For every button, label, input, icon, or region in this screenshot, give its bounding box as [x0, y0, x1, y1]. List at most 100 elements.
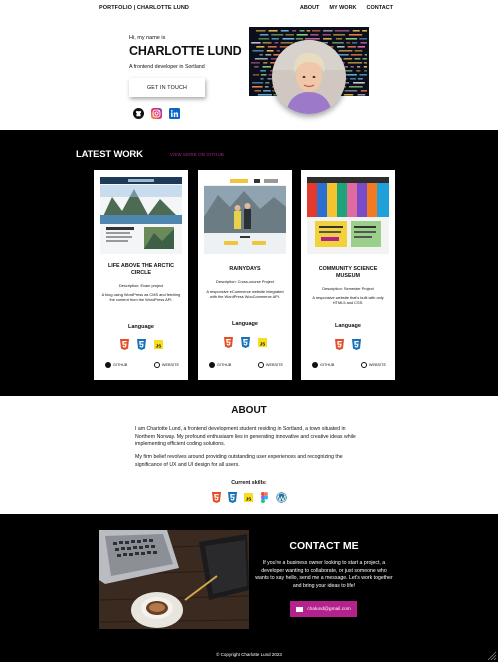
code-texture-line	[268, 30, 278, 32]
code-texture-line	[259, 54, 263, 56]
project-screenshot[interactable]	[307, 177, 389, 254]
website-link[interactable]: WEBSITE	[360, 362, 386, 368]
code-texture-line	[252, 74, 260, 76]
project-description: A responsive website that's built with o…	[312, 295, 384, 305]
project-screenshot[interactable]	[100, 177, 182, 254]
github-icon	[312, 362, 318, 368]
hero-name: CHARLOTTE LUND	[129, 44, 242, 58]
code-texture-line	[251, 42, 261, 44]
code-texture-line	[363, 66, 367, 68]
project-links: GITHUB WEBSITE	[105, 362, 179, 368]
code-texture-line	[363, 62, 367, 64]
code-texture-line	[262, 66, 271, 68]
code-texture-line	[267, 46, 277, 48]
about-heading: ABOUT	[231, 405, 267, 416]
github-link[interactable]: GITHUB	[209, 362, 231, 368]
laptop-coffee-image	[99, 530, 249, 629]
code-texture-line	[282, 38, 295, 40]
svg-text:JS: JS	[155, 344, 161, 349]
resize-grip-icon[interactable]	[487, 651, 497, 661]
code-texture-line	[310, 34, 319, 36]
website-link-label: WEBSITE	[161, 363, 179, 367]
project-subtitle: Description: Exam project	[118, 283, 164, 288]
code-texture-line	[296, 34, 308, 36]
linkedin-icon[interactable]	[169, 106, 180, 119]
contact-message: If you're a business owner looking to st…	[255, 560, 393, 589]
code-texture-line	[260, 70, 266, 72]
code-texture-line	[352, 30, 360, 32]
code-texture-line	[257, 94, 272, 96]
github-link-label: GITHUB	[113, 363, 128, 367]
site-brand[interactable]: PORTFOLIO | CHARLOTTE LUND	[99, 5, 189, 11]
code-texture-line	[350, 54, 363, 56]
project-card-arctic: LIFE ABOVE THE ARCTIC CIRCLE Description…	[94, 170, 188, 380]
instagram-icon[interactable]	[151, 106, 162, 119]
language-label: Language	[335, 323, 361, 329]
nav-link-my-work[interactable]: MY WORK	[329, 5, 356, 11]
code-texture-line	[323, 38, 332, 40]
copyright-text: © Copyright Charlotte Lund 2023	[216, 652, 282, 657]
github-link[interactable]: GITHUB	[105, 362, 127, 368]
project-description: A blog using WordPress as CMS and fetchi…	[101, 292, 181, 302]
website-link[interactable]: WEBSITE	[257, 362, 283, 368]
about-paragraph-2: My firm belief revolves around providing…	[135, 454, 343, 468]
project-subtitle: Description: Cross-course Project	[216, 279, 274, 284]
code-texture-line	[254, 66, 259, 68]
code-texture-line	[322, 34, 331, 36]
get-in-touch-button[interactable]: GET IN TOUCH	[129, 78, 205, 97]
language-label: Language	[128, 324, 154, 330]
contact-heading: CONTACT ME	[289, 540, 359, 552]
code-texture-line	[280, 30, 289, 32]
project-screenshot[interactable]	[204, 177, 286, 254]
code-texture-line	[263, 90, 271, 92]
website-link[interactable]: WEBSITE	[153, 362, 179, 368]
project-subtitle: Description: Semester Project	[322, 286, 374, 291]
code-texture-line	[264, 86, 269, 88]
code-texture-line	[276, 50, 280, 52]
about-section: ABOUT I am Charlotte Lund, a frontend de…	[0, 396, 498, 514]
code-texture-line	[347, 62, 363, 64]
code-texture-line	[356, 70, 361, 72]
code-texture-line	[345, 74, 357, 76]
github-link[interactable]: GITHUB	[312, 362, 334, 368]
project-card-museum: COMMUNITY SCIENCE MUSEUM Description: Se…	[301, 170, 395, 380]
email-button[interactable]: chalund@gmail.com	[290, 601, 357, 617]
code-texture-line	[357, 66, 361, 68]
css3-icon	[352, 337, 361, 350]
code-texture-line	[271, 34, 284, 36]
nav-link-about[interactable]: ABOUT	[300, 5, 320, 11]
code-texture-line	[256, 46, 265, 48]
hero-greeting: Hi, my name is	[129, 35, 166, 41]
javascript-icon: JS	[257, 335, 267, 347]
code-texture-line	[343, 94, 354, 96]
code-texture-line	[252, 86, 263, 88]
code-texture-line	[343, 58, 353, 60]
code-texture-line	[259, 34, 269, 36]
globe-icon	[257, 362, 264, 368]
code-texture-line	[274, 42, 279, 44]
code-texture-line	[254, 90, 261, 92]
code-texture-line	[260, 78, 264, 80]
html5-icon	[119, 337, 129, 350]
code-texture-line	[357, 46, 365, 48]
code-texture-line	[265, 82, 270, 84]
code-texture-line	[332, 42, 344, 44]
project-links: GITHUB WEBSITE	[209, 362, 283, 368]
view-more-github-link[interactable]: VIEW MORE ON GITHUB	[170, 152, 224, 157]
code-texture-line	[359, 38, 367, 40]
code-texture-line	[266, 50, 274, 52]
github-icon[interactable]	[133, 106, 144, 119]
about-paragraph-1: I am Charlotte Lund, a frontend developm…	[135, 426, 356, 447]
code-texture-line	[347, 46, 356, 48]
nav-link-contact[interactable]: CONTACT	[367, 5, 393, 11]
code-texture-line	[254, 58, 268, 60]
code-texture-line	[354, 58, 361, 60]
code-texture-line	[345, 38, 358, 40]
contact-section: CONTACT ME If you're a business owner lo…	[0, 514, 498, 662]
code-texture-line	[252, 50, 264, 52]
nav-links: ABOUT MY WORK CONTACT	[300, 5, 393, 11]
project-links: GITHUB WEBSITE	[312, 362, 386, 368]
html5-icon	[335, 337, 344, 350]
language-icons	[301, 337, 395, 350]
social-links	[133, 106, 180, 119]
